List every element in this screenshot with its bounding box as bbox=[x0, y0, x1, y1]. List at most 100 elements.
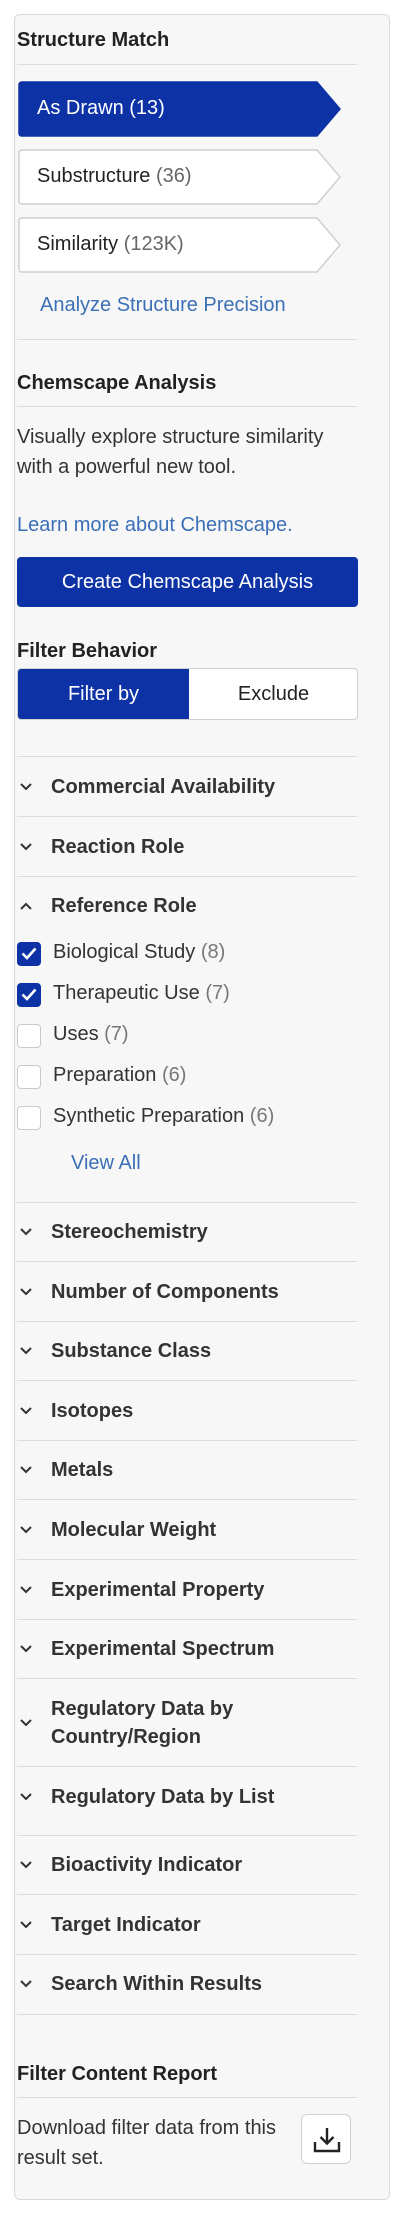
checkbox-label: Uses (7) bbox=[53, 1023, 129, 1045]
checkbox-biological-study[interactable]: Biological Study (8) bbox=[17, 940, 337, 970]
analyze-precision-link[interactable]: Analyze Structure Precision bbox=[40, 294, 380, 317]
divider bbox=[17, 1440, 357, 1441]
divider bbox=[17, 1202, 357, 1203]
accordion-substance-class[interactable]: Substance Class bbox=[17, 1337, 357, 1367]
view-all-link[interactable]: View All bbox=[71, 1152, 407, 1175]
accordion-title: Stereochemistry bbox=[51, 1221, 208, 1243]
checkbox-unchecked[interactable] bbox=[17, 1106, 41, 1130]
accordion-title: Reference Role bbox=[51, 895, 197, 917]
chevron-down-icon bbox=[17, 1218, 35, 1248]
checkbox-label: Synthetic Preparation (6) bbox=[53, 1105, 275, 1127]
chevron-down-icon bbox=[17, 1576, 35, 1606]
divider bbox=[17, 1619, 357, 1620]
download-button[interactable] bbox=[301, 2114, 351, 2164]
structure-option-label: Substructure (36) bbox=[37, 165, 192, 187]
divider bbox=[17, 339, 357, 340]
filter-report-title: Filter Content Report bbox=[17, 2063, 217, 2085]
filter-report-description: Download filter data from this result se… bbox=[17, 2117, 277, 2169]
divider bbox=[17, 1380, 357, 1381]
checkbox-checked[interactable] bbox=[17, 983, 41, 1007]
create-chemscape-button[interactable]: Create Chemscape Analysis bbox=[17, 557, 358, 607]
chevron-down-icon bbox=[17, 833, 35, 863]
filter-behavior-toggle: Filter by Exclude bbox=[17, 668, 358, 720]
accordion-target-indicator[interactable]: Target Indicator bbox=[17, 1911, 357, 1941]
divider bbox=[17, 1678, 357, 1679]
divider bbox=[17, 406, 357, 407]
checkbox-therapeutic-use[interactable]: Therapeutic Use (7) bbox=[17, 981, 337, 1011]
accordion-molecular-weight[interactable]: Molecular Weight bbox=[17, 1516, 357, 1546]
divider bbox=[17, 876, 357, 877]
accordion-title: Metals bbox=[51, 1459, 114, 1481]
accordion-experimental-spectrum[interactable]: Experimental Spectrum bbox=[17, 1635, 357, 1665]
divider bbox=[17, 816, 357, 817]
learn-more-chemscape-link[interactable]: Learn more about Chemscape. bbox=[17, 514, 357, 537]
divider bbox=[17, 2014, 357, 2015]
structure-match-title: Structure Match bbox=[17, 29, 170, 51]
accordion-stereochemistry[interactable]: Stereochemistry bbox=[17, 1218, 357, 1248]
accordion-number-of-components[interactable]: Number of Components bbox=[17, 1278, 357, 1308]
checkbox-label: Biological Study (8) bbox=[53, 941, 226, 963]
accordion-metals[interactable]: Metals bbox=[17, 1456, 357, 1486]
checkbox-checked[interactable] bbox=[17, 942, 41, 966]
chevron-down-icon bbox=[17, 1635, 35, 1665]
chevron-down-icon bbox=[17, 1516, 35, 1546]
accordion-bioactivity-indicator[interactable]: Bioactivity Indicator bbox=[17, 1851, 357, 1881]
divider bbox=[17, 64, 357, 65]
divider bbox=[17, 1321, 357, 1322]
divider bbox=[17, 1261, 357, 1262]
checkbox-label: Therapeutic Use (7) bbox=[53, 982, 230, 1004]
accordion-title: Search Within Results bbox=[51, 1973, 262, 1995]
chemscape-description: Visually explore structure similarity wi… bbox=[17, 426, 324, 478]
accordion-regulatory-data-list[interactable]: Regulatory Data by List bbox=[17, 1783, 357, 1813]
filter-behavior-title: Filter Behavior bbox=[17, 640, 158, 662]
divider bbox=[17, 1559, 357, 1560]
structure-option-similarity[interactable]: Similarity (123K) bbox=[17, 217, 341, 273]
accordion-title: Regulatory Data by List bbox=[51, 1786, 275, 1808]
checkbox-label: Preparation (6) bbox=[53, 1064, 187, 1086]
divider bbox=[17, 756, 357, 757]
accordion-title: Regulatory Data by Country/Region bbox=[51, 1698, 234, 1748]
chevron-down-icon bbox=[17, 1709, 35, 1739]
divider bbox=[17, 1499, 357, 1500]
checkbox-uses[interactable]: Uses (7) bbox=[17, 1022, 337, 1052]
accordion-title: Experimental Property bbox=[51, 1579, 265, 1601]
accordion-experimental-property[interactable]: Experimental Property bbox=[17, 1576, 357, 1606]
structure-option-label: Similarity (123K) bbox=[37, 233, 184, 255]
accordion-reaction-role[interactable]: Reaction Role bbox=[17, 833, 357, 863]
divider bbox=[17, 1835, 357, 1836]
accordion-search-within-results[interactable]: Search Within Results bbox=[17, 1970, 357, 2000]
accordion-reference-role[interactable]: Reference Role bbox=[17, 892, 357, 922]
structure-option-substructure[interactable]: Substructure (36) bbox=[17, 149, 341, 205]
accordion-title: Target Indicator bbox=[51, 1914, 201, 1936]
accordion-title: Reaction Role bbox=[51, 836, 185, 858]
checkbox-preparation[interactable]: Preparation (6) bbox=[17, 1063, 337, 1093]
accordion-title: Commercial Availability bbox=[51, 776, 276, 798]
accordion-title: Molecular Weight bbox=[51, 1519, 217, 1541]
chevron-down-icon bbox=[17, 1397, 35, 1427]
download-icon bbox=[313, 2128, 341, 2153]
chevron-down-icon bbox=[17, 773, 35, 803]
filter-by-option[interactable]: Filter by bbox=[18, 669, 189, 719]
chevron-down-icon bbox=[17, 1337, 35, 1367]
accordion-title: Isotopes bbox=[51, 1400, 134, 1422]
accordion-title: Bioactivity Indicator bbox=[51, 1854, 243, 1876]
accordion-title: Number of Components bbox=[51, 1281, 279, 1303]
chevron-down-icon bbox=[17, 1783, 35, 1813]
structure-option-as-drawn[interactable]: As Drawn (13) bbox=[17, 81, 341, 137]
exclude-option[interactable]: Exclude bbox=[189, 669, 357, 719]
chevron-down-icon bbox=[17, 1851, 35, 1881]
checkbox-unchecked[interactable] bbox=[17, 1065, 41, 1089]
chevron-down-icon bbox=[17, 1911, 35, 1941]
accordion-title: Substance Class bbox=[51, 1340, 212, 1362]
structure-option-label: As Drawn (13) bbox=[37, 97, 165, 119]
divider bbox=[17, 1766, 357, 1767]
divider bbox=[17, 1894, 357, 1895]
accordion-commercial-availability[interactable]: Commercial Availability bbox=[17, 773, 357, 803]
divider bbox=[17, 1954, 357, 1955]
checkbox-synthetic-preparation[interactable]: Synthetic Preparation (6) bbox=[17, 1104, 337, 1134]
divider bbox=[17, 2097, 357, 2098]
chemscape-title: Chemscape Analysis bbox=[17, 372, 217, 394]
accordion-isotopes[interactable]: Isotopes bbox=[17, 1397, 357, 1427]
accordion-regulatory-data-country[interactable]: Regulatory Data by Country/Region bbox=[17, 1695, 357, 1753]
checkbox-unchecked[interactable] bbox=[17, 1024, 41, 1048]
